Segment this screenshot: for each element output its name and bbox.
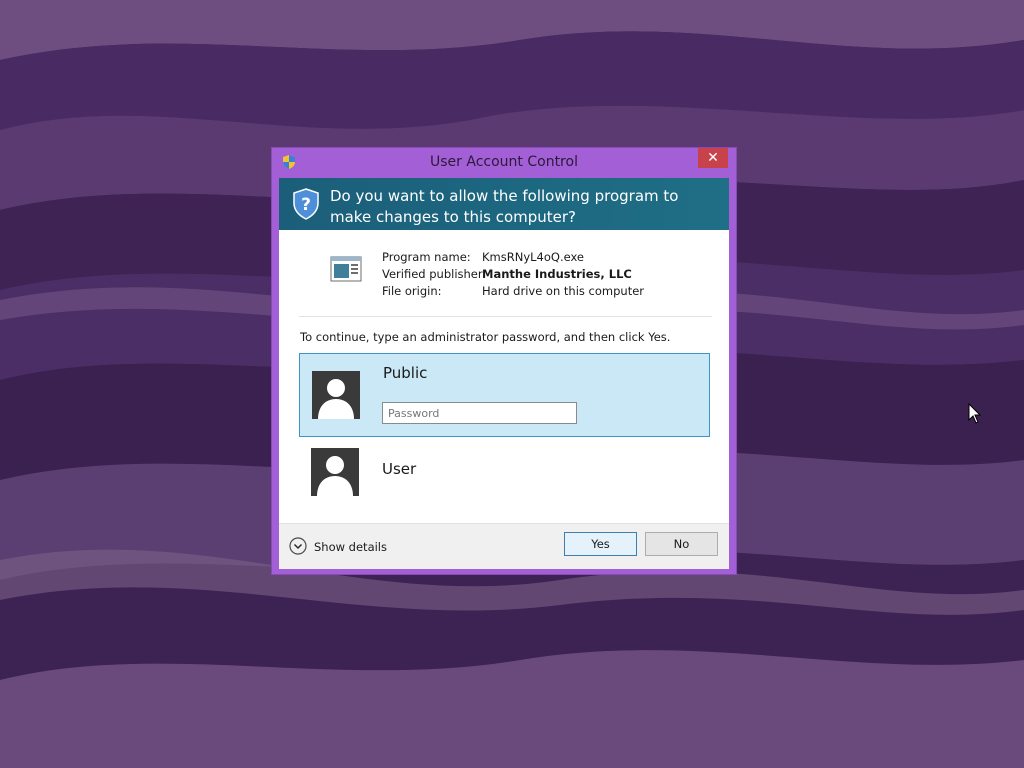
yes-button[interactable]: Yes	[564, 532, 637, 556]
program-name-label: Program name:	[382, 250, 471, 264]
instruction-text: To continue, type an administrator passw…	[300, 330, 671, 344]
file-origin-label: File origin:	[382, 284, 442, 298]
file-origin-value: Hard drive on this computer	[482, 284, 645, 298]
svg-text:?: ?	[301, 195, 311, 215]
dialog-footer: Show details Yes No	[279, 523, 729, 569]
titlebar[interactable]: User Account Control ✕	[272, 148, 736, 178]
question-header: ? Do you want to allow the following pro…	[279, 178, 729, 230]
program-info: Program name: KmsRNyL4oQ.exe Verified pu…	[279, 230, 729, 312]
divider	[299, 316, 712, 317]
uac-dialog: User Account Control ✕ ? Do you want to …	[271, 147, 737, 575]
show-details-label: Show details	[314, 540, 387, 554]
dialog-content: ? Do you want to allow the following pro…	[279, 178, 729, 569]
user-avatar-icon	[312, 371, 360, 419]
user-avatar-icon	[311, 448, 359, 496]
window-title: User Account Control	[430, 154, 578, 170]
no-button[interactable]: No	[645, 532, 718, 556]
program-name-value: KmsRNyL4oQ.exe	[482, 250, 585, 264]
uac-shield-question-icon: ?	[293, 188, 319, 220]
close-button[interactable]: ✕	[698, 148, 728, 168]
application-window-icon	[330, 256, 362, 282]
password-field[interactable]	[382, 402, 577, 424]
account-name: Public	[383, 364, 428, 382]
account-tile-user[interactable]: User	[299, 443, 710, 523]
chevron-down-icon	[289, 537, 307, 555]
account-name: User	[382, 460, 417, 478]
account-tile-public[interactable]: Public	[299, 353, 710, 437]
publisher-label: Verified publisher:	[382, 267, 487, 281]
publisher-value: Manthe Industries, LLC	[482, 267, 632, 281]
header-question: Do you want to allow the following progr…	[330, 187, 679, 226]
mouse-pointer-icon	[968, 403, 982, 424]
